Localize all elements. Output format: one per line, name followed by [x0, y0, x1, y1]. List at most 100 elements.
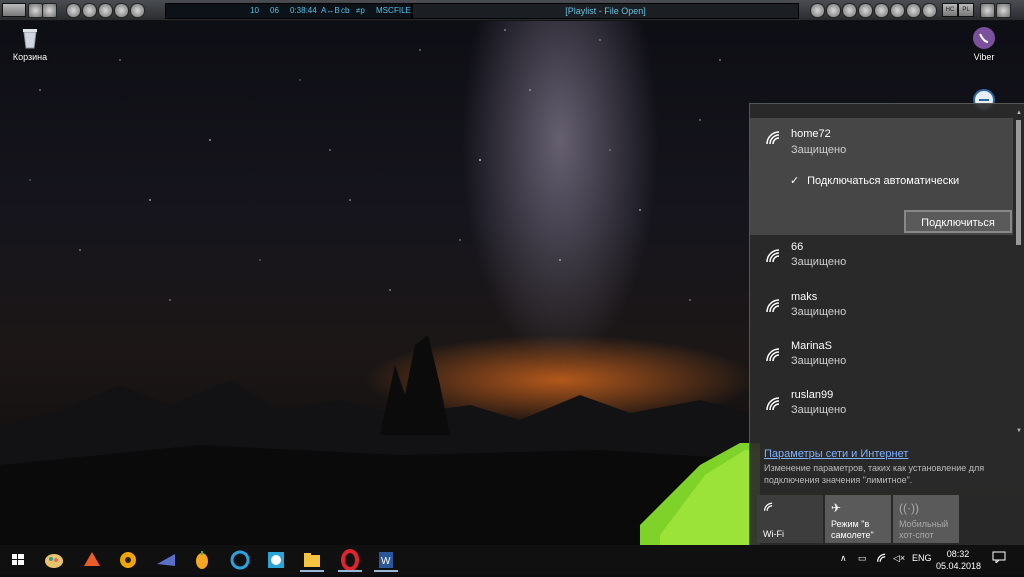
recycle-bin-label: Корзина	[12, 52, 48, 62]
photo-app-icon	[268, 552, 284, 568]
player-forward-button[interactable]	[874, 3, 889, 18]
scroll-up-icon[interactable]: ▲	[1016, 110, 1022, 116]
taskbar-app-ccleaner[interactable]	[226, 548, 254, 572]
track-time: 0:38:44	[290, 6, 317, 15]
player-rewind-button[interactable]	[826, 3, 841, 18]
wifi-secure-icon	[766, 249, 780, 263]
player-info-button[interactable]	[98, 3, 113, 18]
player-pause-button[interactable]	[858, 3, 873, 18]
clock[interactable]: 08:32 05.04.2018	[936, 548, 982, 572]
paint-icon	[45, 554, 63, 568]
network-name: 66	[791, 241, 804, 253]
player-repeat-button[interactable]	[130, 3, 145, 18]
ab-repeat: A↔B	[321, 6, 340, 15]
player-shuffle-button[interactable]	[114, 3, 129, 18]
player-pl-button[interactable]: PL	[958, 3, 974, 17]
aimp-icon	[120, 552, 136, 568]
volume-muted-icon[interactable]: ◁×	[893, 553, 905, 564]
player-next-button[interactable]	[890, 3, 905, 18]
player-hc-button[interactable]: HC	[942, 3, 958, 17]
scrollbar-thumb[interactable]	[1016, 120, 1021, 245]
auto-connect-label: Подключаться автоматически	[807, 175, 960, 187]
active-indicator	[300, 570, 324, 572]
clock-date: 05.04.2018	[936, 561, 982, 571]
player-shade-button[interactable]	[980, 3, 995, 18]
player-play-button[interactable]	[842, 3, 857, 18]
mobile-hotspot-tile[interactable]: ((·)) Мобильный хот-спот	[893, 495, 959, 543]
opera-icon	[341, 549, 359, 571]
file-indicator: FILE	[394, 6, 411, 15]
winamp-icon	[84, 552, 100, 566]
network-name: maks	[791, 291, 818, 303]
network-item[interactable]: MarinaS Защищено	[750, 335, 1013, 383]
battery-icon[interactable]: ▭	[858, 553, 867, 564]
player-minimize-button[interactable]	[42, 3, 57, 18]
refresh-circle-icon	[230, 550, 250, 570]
network-name: ruslan99	[791, 389, 834, 401]
player-logo[interactable]	[2, 3, 26, 17]
network-settings-link[interactable]: Параметры сети и Интернет	[764, 448, 908, 460]
viber-icon	[972, 26, 996, 50]
checkmark-icon: ✓	[790, 175, 800, 187]
track-number: 10	[250, 6, 259, 15]
taskbar-app-photos[interactable]	[262, 548, 290, 572]
scroll-down-icon[interactable]: ▼	[1016, 428, 1022, 434]
taskbar-app-explorer[interactable]	[298, 548, 326, 572]
action-center-icon[interactable]	[992, 551, 1006, 565]
active-indicator	[338, 570, 362, 572]
hotspot-tile-label: Мобильный хот-спот	[899, 519, 949, 540]
player-stop2-button[interactable]	[906, 3, 921, 18]
network-item[interactable]: maks Защищено	[750, 286, 1013, 334]
windows-logo-icon	[12, 554, 24, 565]
player-display: 10 06 0:38:44 A↔B cb ≠p MSC FILE	[165, 3, 412, 19]
network-flyout: ▲ ▼ home72 Защищено ✓ Подключаться автом…	[749, 103, 1024, 546]
channel-indicator: cb	[341, 6, 350, 15]
media-app-icon	[157, 554, 175, 566]
player-prev-button[interactable]	[810, 3, 825, 18]
taskbar-app-winamp[interactable]	[78, 548, 106, 572]
taskbar-app-word[interactable]: W	[372, 548, 400, 572]
desktop-icon-viber[interactable]: Viber	[954, 26, 1014, 62]
player-stop-button[interactable]	[82, 3, 97, 18]
network-tray-icon[interactable]	[876, 553, 888, 565]
wifi-secure-icon	[766, 299, 780, 313]
taskbar-app-aimp[interactable]	[114, 548, 142, 572]
connect-button[interactable]: Подключиться	[904, 210, 1012, 233]
network-status: Защищено	[791, 404, 847, 416]
network-item[interactable]: ruslan99 Защищено	[750, 384, 1013, 432]
player-close-button[interactable]	[996, 3, 1011, 18]
network-item-home72[interactable]: home72 Защищено ✓ Подключаться автоматич…	[750, 118, 1013, 235]
language-indicator[interactable]: ENG	[912, 553, 932, 563]
auto-connect-checkbox[interactable]: ✓ Подключаться автоматически	[790, 174, 959, 187]
taskbar-app-fruityloops[interactable]	[188, 548, 216, 572]
player-eject-button[interactable]	[66, 3, 81, 18]
recycle-bin-icon	[18, 26, 42, 50]
taskbar-app-paint[interactable]	[40, 548, 68, 572]
airplane-mode-tile[interactable]: ✈ Режим "в самолете"	[825, 495, 891, 543]
show-hidden-icons-button[interactable]: ∧	[840, 553, 847, 564]
hotspot-icon: ((·))	[899, 501, 919, 515]
folder-icon	[304, 553, 320, 567]
taskbar-app-opera[interactable]	[336, 548, 364, 572]
taskbar-app-visualstudio[interactable]	[152, 548, 180, 572]
network-name: home72	[791, 128, 831, 140]
network-settings-description: Изменение параметров, таких как установл…	[764, 463, 985, 485]
wifi-secure-icon	[766, 397, 780, 411]
wifi-tile[interactable]: Wi-Fi	[757, 495, 823, 543]
track-num: 06	[270, 6, 279, 15]
active-indicator	[374, 570, 398, 572]
network-status: Защищено	[791, 355, 847, 367]
wifi-icon	[763, 501, 775, 515]
mode-indicator: MSC	[376, 6, 394, 15]
word-icon: W	[379, 552, 393, 568]
desktop-icon-recycle-bin[interactable]: Корзина	[0, 26, 60, 62]
player-eject2-button[interactable]	[922, 3, 937, 18]
clock-time: 08:32	[946, 549, 970, 559]
fruit-icon	[196, 551, 208, 569]
wifi-secure-icon	[766, 131, 780, 145]
start-button[interactable]	[4, 548, 32, 572]
network-item[interactable]: 66 Защищено	[750, 236, 1013, 284]
media-player-bar: 10 06 0:38:44 A↔B cb ≠p MSC FILE [Playli…	[0, 0, 1024, 21]
wifi-tile-label: Wi-Fi	[763, 529, 784, 539]
player-menu-button[interactable]	[28, 3, 43, 18]
